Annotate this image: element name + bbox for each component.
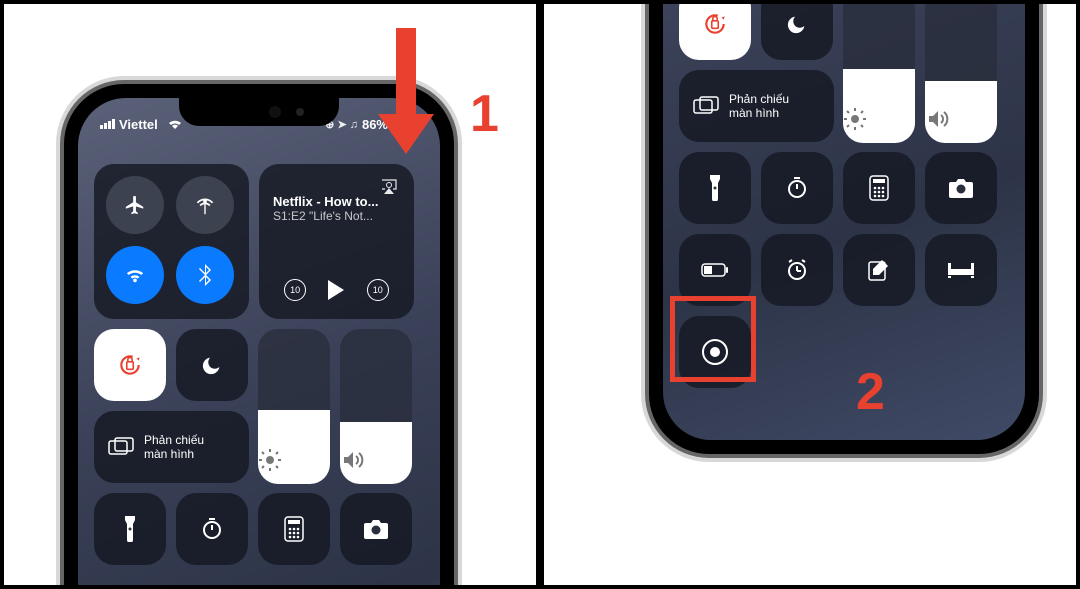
speaker-icon bbox=[925, 107, 997, 131]
airplay-icon[interactable] bbox=[376, 174, 402, 200]
step-number-2: 2 bbox=[856, 362, 885, 422]
bluetooth-toggle[interactable] bbox=[176, 246, 234, 304]
iphone-frame-2: Phản chiếu màn hình bbox=[649, 0, 1039, 454]
brightness-slider[interactable] bbox=[843, 0, 915, 143]
wifi-toggle[interactable] bbox=[106, 246, 164, 304]
camera-button[interactable] bbox=[340, 493, 412, 565]
rewind-10-button[interactable]: 10 bbox=[284, 279, 306, 301]
camera-button[interactable] bbox=[925, 152, 997, 224]
cell-signal-icon bbox=[100, 119, 115, 129]
do-not-disturb-toggle[interactable] bbox=[176, 329, 248, 401]
notch bbox=[179, 98, 339, 126]
media-subtitle: S1:E2 "Life's Not... bbox=[273, 209, 400, 223]
cellular-data-toggle[interactable] bbox=[176, 176, 234, 234]
screen-mirror-icon bbox=[108, 434, 134, 460]
quick-note-button[interactable] bbox=[843, 234, 915, 306]
now-playing-tile[interactable]: Netflix - How to... S1:E2 "Life's Not...… bbox=[259, 164, 414, 319]
volume-slider[interactable] bbox=[340, 329, 412, 484]
sleep-button[interactable] bbox=[925, 234, 997, 306]
screen-mirroring-button[interactable]: Phản chiếu màn hình bbox=[679, 70, 834, 142]
swipe-down-arrow bbox=[382, 28, 430, 168]
play-button[interactable] bbox=[328, 280, 344, 300]
sun-icon bbox=[258, 448, 330, 472]
brightness-slider[interactable] bbox=[258, 329, 330, 484]
timer-button[interactable] bbox=[176, 493, 248, 565]
screen-mirror-label: Phản chiếu màn hình bbox=[729, 92, 789, 121]
highlight-box-record bbox=[670, 296, 756, 382]
screen-mirroring-button[interactable]: Phản chiếu màn hình bbox=[94, 411, 249, 483]
control-center: Netflix - How to... S1:E2 "Life's Not...… bbox=[78, 154, 440, 589]
flashlight-button[interactable] bbox=[94, 493, 166, 565]
sun-icon bbox=[843, 107, 915, 131]
tutorial-panel-2: Phản chiếu màn hình bbox=[540, 0, 1080, 589]
screen-mirror-label: Phản chiếu màn hình bbox=[144, 433, 204, 462]
speaker-icon bbox=[340, 448, 412, 472]
airplane-mode-toggle[interactable] bbox=[106, 176, 164, 234]
calculator-button[interactable] bbox=[843, 152, 915, 224]
do-not-disturb-toggle[interactable] bbox=[761, 0, 833, 60]
alarm-button[interactable] bbox=[761, 234, 833, 306]
connectivity-group[interactable] bbox=[94, 164, 249, 319]
rotation-lock-toggle[interactable] bbox=[679, 0, 751, 60]
iphone-screen: Viettel ⊕ ➤ ♫ 86% bbox=[78, 98, 440, 589]
timer-button[interactable] bbox=[761, 152, 833, 224]
screen-mirror-icon bbox=[693, 93, 719, 119]
calculator-button[interactable] bbox=[258, 493, 330, 565]
flashlight-button[interactable] bbox=[679, 152, 751, 224]
forward-10-button[interactable]: 10 bbox=[367, 279, 389, 301]
tutorial-panel-1: Viettel ⊕ ➤ ♫ 86% bbox=[0, 0, 540, 589]
carrier-label: Viettel bbox=[119, 117, 158, 132]
step-number-1: 1 bbox=[470, 84, 499, 144]
rotation-lock-toggle[interactable] bbox=[94, 329, 166, 401]
volume-slider[interactable] bbox=[925, 0, 997, 143]
